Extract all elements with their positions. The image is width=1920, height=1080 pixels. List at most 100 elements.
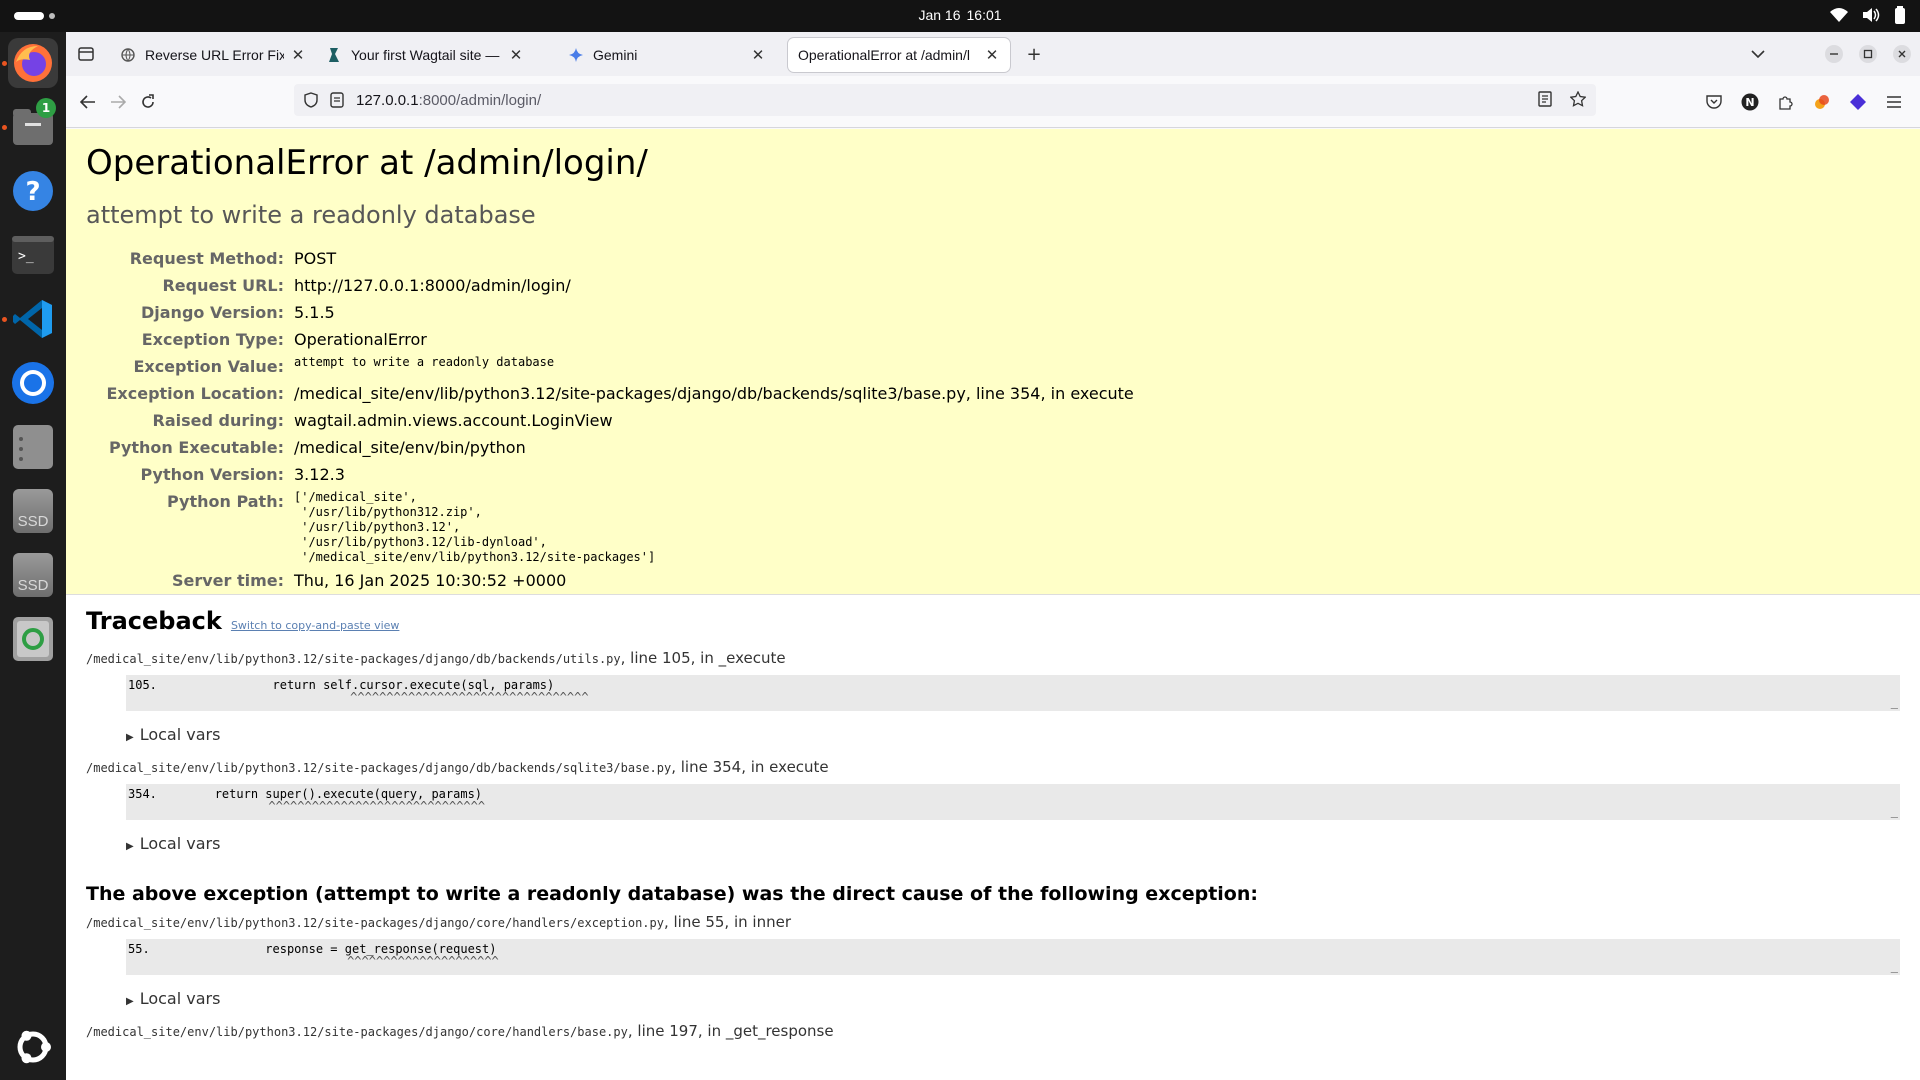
- dock-remote-desktop[interactable]: [8, 422, 58, 472]
- error-carets: ^^^^^^^^^^^^^^^^^^^^^^^^^^^^^^: [160, 799, 486, 813]
- time-label: 16:01: [966, 7, 1002, 23]
- forward-button[interactable]: [106, 90, 130, 114]
- frame-line-info: , line 55, in inner: [663, 913, 791, 931]
- error-title: OperationalError at /admin/login/: [86, 143, 648, 183]
- meta-row: Raised during: wagtail.admin.views.accoun…: [86, 407, 1134, 434]
- meta-label: Request Method:: [129, 249, 284, 268]
- line-number: 55.: [128, 942, 150, 956]
- request-meta-table: Request Method: POST Request URL: http://1…: [86, 245, 1134, 594]
- dock-help[interactable]: ?: [8, 166, 58, 216]
- close-window-button[interactable]: [1890, 42, 1914, 66]
- meta-label: Raised during:: [152, 411, 284, 430]
- tab-strip: Reverse URL Error Fix ✕ Your first Wagta…: [66, 32, 1920, 76]
- code-context[interactable]: 354. return super().execute(query, param…: [126, 784, 1900, 820]
- error-summary: OperationalError at /admin/login/ attemp…: [66, 129, 1920, 595]
- frame-file: /medical_site/env/lib/python3.12/site-pa…: [86, 761, 672, 775]
- code-context[interactable]: 55. response = get_response(request) ^^^…: [126, 939, 1900, 975]
- meta-row: Exception Value: attempt to write a reado…: [86, 353, 1134, 380]
- pocket-icon: [1706, 95, 1722, 109]
- system-tray[interactable]: [1830, 6, 1906, 24]
- tab-gemini[interactable]: Gemini ✕: [558, 38, 776, 72]
- extensions-button[interactable]: [1774, 90, 1798, 114]
- dock-drive-1[interactable]: SSD: [8, 486, 58, 536]
- url-host: 127.0.0.1: [356, 91, 419, 109]
- expand-context-icon[interactable]: _: [1891, 959, 1898, 973]
- reload-button[interactable]: [136, 90, 160, 114]
- hamburger-icon: [1887, 96, 1901, 108]
- local-vars-toggle[interactable]: ▶ Local vars: [126, 989, 1900, 1008]
- trash-icon: [13, 617, 53, 661]
- svg-text:?: ?: [25, 177, 40, 207]
- dock-drive-2[interactable]: SSD: [8, 550, 58, 600]
- frame-location: /medical_site/env/lib/python3.12/site-pa…: [86, 649, 1900, 667]
- meta-label: Django Version:: [140, 303, 284, 322]
- tab-close-icon[interactable]: ✕: [290, 46, 306, 64]
- pocket-button[interactable]: [1702, 90, 1726, 114]
- shield-icon[interactable]: [304, 92, 318, 108]
- extension-colorful-button[interactable]: [1810, 90, 1834, 114]
- running-indicator: [2, 317, 7, 322]
- code-context[interactable]: 105. return self.cursor.execute(sql, par…: [126, 675, 1900, 711]
- minimize-icon: [1825, 45, 1843, 63]
- tab-close-icon[interactable]: ✕: [750, 46, 766, 64]
- list-all-tabs-button[interactable]: [1746, 42, 1770, 66]
- dock-trash[interactable]: [8, 614, 58, 664]
- url-bar[interactable]: 127.0.0.1:8000/admin/login/: [294, 84, 1596, 116]
- wifi-icon: [1830, 8, 1848, 22]
- extension-icon: [1815, 95, 1829, 109]
- account-button[interactable]: N: [1738, 90, 1762, 114]
- bookmark-star-icon[interactable]: [1570, 91, 1586, 107]
- new-tab-button[interactable]: +: [1022, 42, 1046, 66]
- tab-wagtail[interactable]: Your first Wagtail site — W ✕: [316, 38, 534, 72]
- minimize-button[interactable]: [1822, 42, 1846, 66]
- frame-line-info: , line 105, in _execute: [620, 649, 786, 667]
- frame-file: /medical_site/env/lib/python3.12/site-pa…: [86, 916, 664, 930]
- line-number: 105.: [128, 678, 157, 692]
- reader-view-icon[interactable]: [1538, 91, 1552, 107]
- volume-icon: [1863, 8, 1880, 22]
- firefox-window: Reverse URL Error Fix ✕ Your first Wagta…: [66, 32, 1920, 1080]
- page-info-icon[interactable]: [330, 92, 344, 108]
- triangle-right-icon: ▶: [126, 841, 134, 852]
- tab-title: Gemini: [593, 47, 638, 63]
- maximize-icon: [1859, 45, 1877, 63]
- globe-icon: [120, 47, 136, 63]
- dock-terminal[interactable]: >_: [8, 230, 58, 280]
- maximize-button[interactable]: [1856, 42, 1880, 66]
- url-text[interactable]: 127.0.0.1:8000/admin/login/: [356, 92, 541, 109]
- expand-context-icon[interactable]: _: [1891, 804, 1898, 818]
- meta-value: /medical_site/env/lib/python3.12/site-pa…: [294, 384, 1134, 403]
- meta-label: Exception Location:: [106, 384, 284, 403]
- dock-files[interactable]: 1: [2, 98, 58, 152]
- triangle-right-icon: ▶: [126, 732, 134, 743]
- dock-show-apps[interactable]: [8, 1022, 58, 1072]
- n-avatar-icon: N: [1741, 93, 1759, 111]
- meta-label: Python Version:: [140, 465, 284, 484]
- local-vars-label: Local vars: [139, 725, 221, 744]
- tab-close-icon[interactable]: ✕: [984, 46, 1000, 64]
- expand-context-icon[interactable]: _: [1891, 695, 1898, 709]
- dock-chromium[interactable]: [8, 358, 58, 408]
- local-vars-toggle[interactable]: ▶ Local vars: [126, 834, 1900, 853]
- back-button[interactable]: [76, 90, 100, 114]
- dock-vscode[interactable]: [2, 294, 58, 344]
- menu-button[interactable]: [1882, 90, 1906, 114]
- close-icon: [1893, 45, 1911, 63]
- extension-diamond-button[interactable]: [1846, 90, 1870, 114]
- meta-label: Request URL:: [162, 276, 284, 295]
- switch-view-link[interactable]: Switch to copy-and-paste view: [231, 619, 399, 632]
- tab-close-icon[interactable]: ✕: [508, 46, 524, 64]
- vscode-icon: [13, 300, 52, 338]
- reload-icon: [142, 94, 154, 108]
- svg-text:>_: >_: [18, 249, 34, 264]
- help-icon: ?: [13, 171, 53, 211]
- firefox-view-button[interactable]: [74, 42, 98, 66]
- clock[interactable]: Jan 16 16:01: [0, 7, 1920, 23]
- navigation-toolbar: 127.0.0.1:8000/admin/login/ N: [66, 76, 1920, 128]
- meta-row: Request Method: POST: [86, 245, 1134, 272]
- tab-operational-error[interactable]: OperationalError at /admin/l ✕: [788, 38, 1010, 72]
- tab-reverse-url[interactable]: Reverse URL Error Fix ✕: [110, 38, 316, 72]
- meta-row: Exception Type: OperationalError: [86, 326, 1134, 353]
- local-vars-toggle[interactable]: ▶ Local vars: [126, 725, 1900, 744]
- dock-firefox[interactable]: [2, 38, 58, 88]
